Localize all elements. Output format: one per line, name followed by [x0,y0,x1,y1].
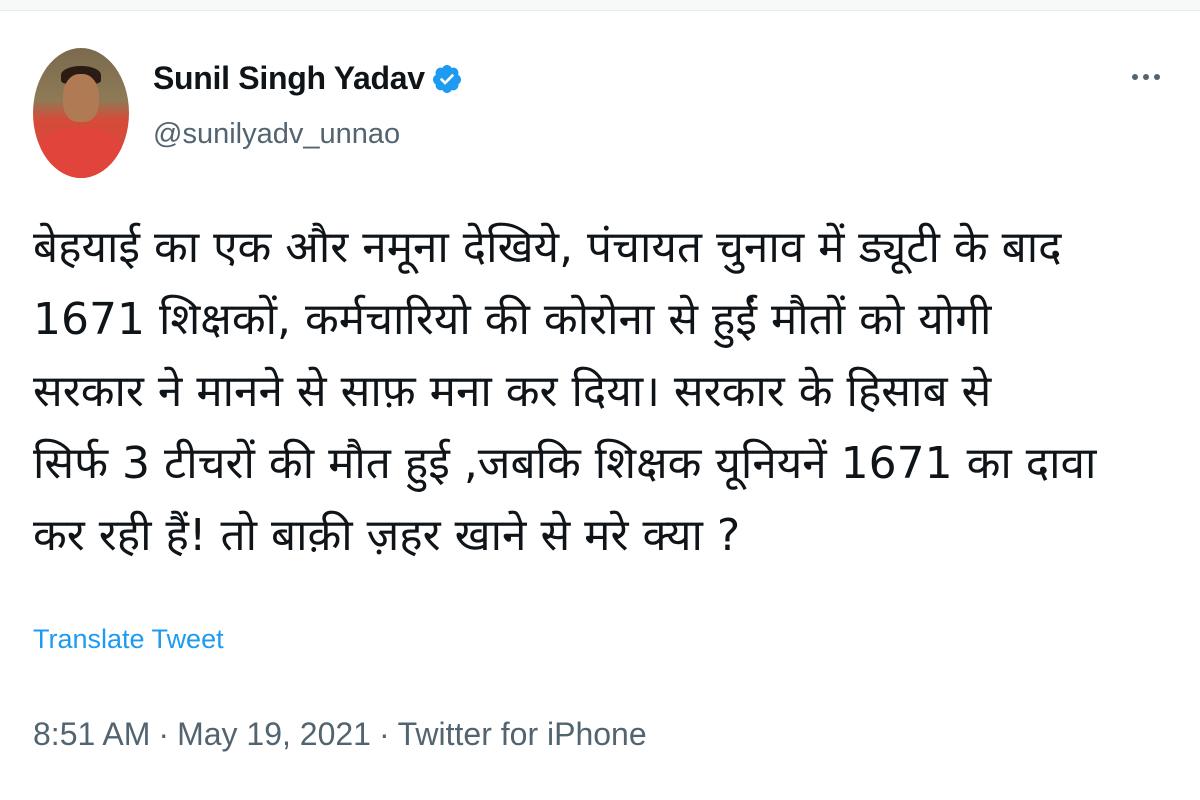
tweet-source[interactable]: Twitter for iPhone [398,716,647,753]
tweet-text-line: 1671 शिक्षकों, कर्मचारियो की कोरोना से ह… [33,294,992,345]
tweet-text-line: सरकार ने मानने से साफ़ मना कर दिया। सरका… [33,366,992,417]
avatar[interactable] [33,48,129,178]
verified-badge-icon [431,63,463,95]
tweet-text-line: कर रही हैं! तो बाक़ी ज़हर खाने से मरे क्… [33,510,741,561]
more-options-icon[interactable] [1126,62,1166,92]
meta-separator: · [378,716,390,752]
meta-separator: · [158,716,170,752]
translate-tweet-link[interactable]: Translate Tweet [33,624,224,655]
avatar-shirt [39,128,123,178]
tweet-card: Sunil Singh Yadav @sunilyadv_unnao बेहया… [0,0,1200,800]
author-display-name[interactable]: Sunil Singh Yadav [153,60,425,97]
tweet-meta: 8:51 AM · May 19, 2021 · Twitter for iPh… [33,716,647,753]
author-name-row[interactable]: Sunil Singh Yadav [153,60,463,97]
more-dot [1143,74,1149,80]
tweet-time[interactable]: 8:51 AM [33,716,150,753]
tweet-text-line: सिर्फ 3 टीचरों की मौत हुई ,जबकि शिक्षक य… [33,438,1097,489]
more-dot [1154,74,1160,80]
avatar-face [63,74,99,122]
tweet-text-line: बेहयाई का एक और नमूना देखिये, पंचायत चुन… [33,222,1062,273]
more-dot [1132,74,1138,80]
tweet-text: बेहयाई का एक और नमूना देखिये, पंचायत चुन… [33,212,1173,572]
author-handle[interactable]: @sunilyadv_unnao [153,118,400,151]
top-divider [0,0,1200,11]
tweet-date[interactable]: May 19, 2021 [177,716,371,753]
